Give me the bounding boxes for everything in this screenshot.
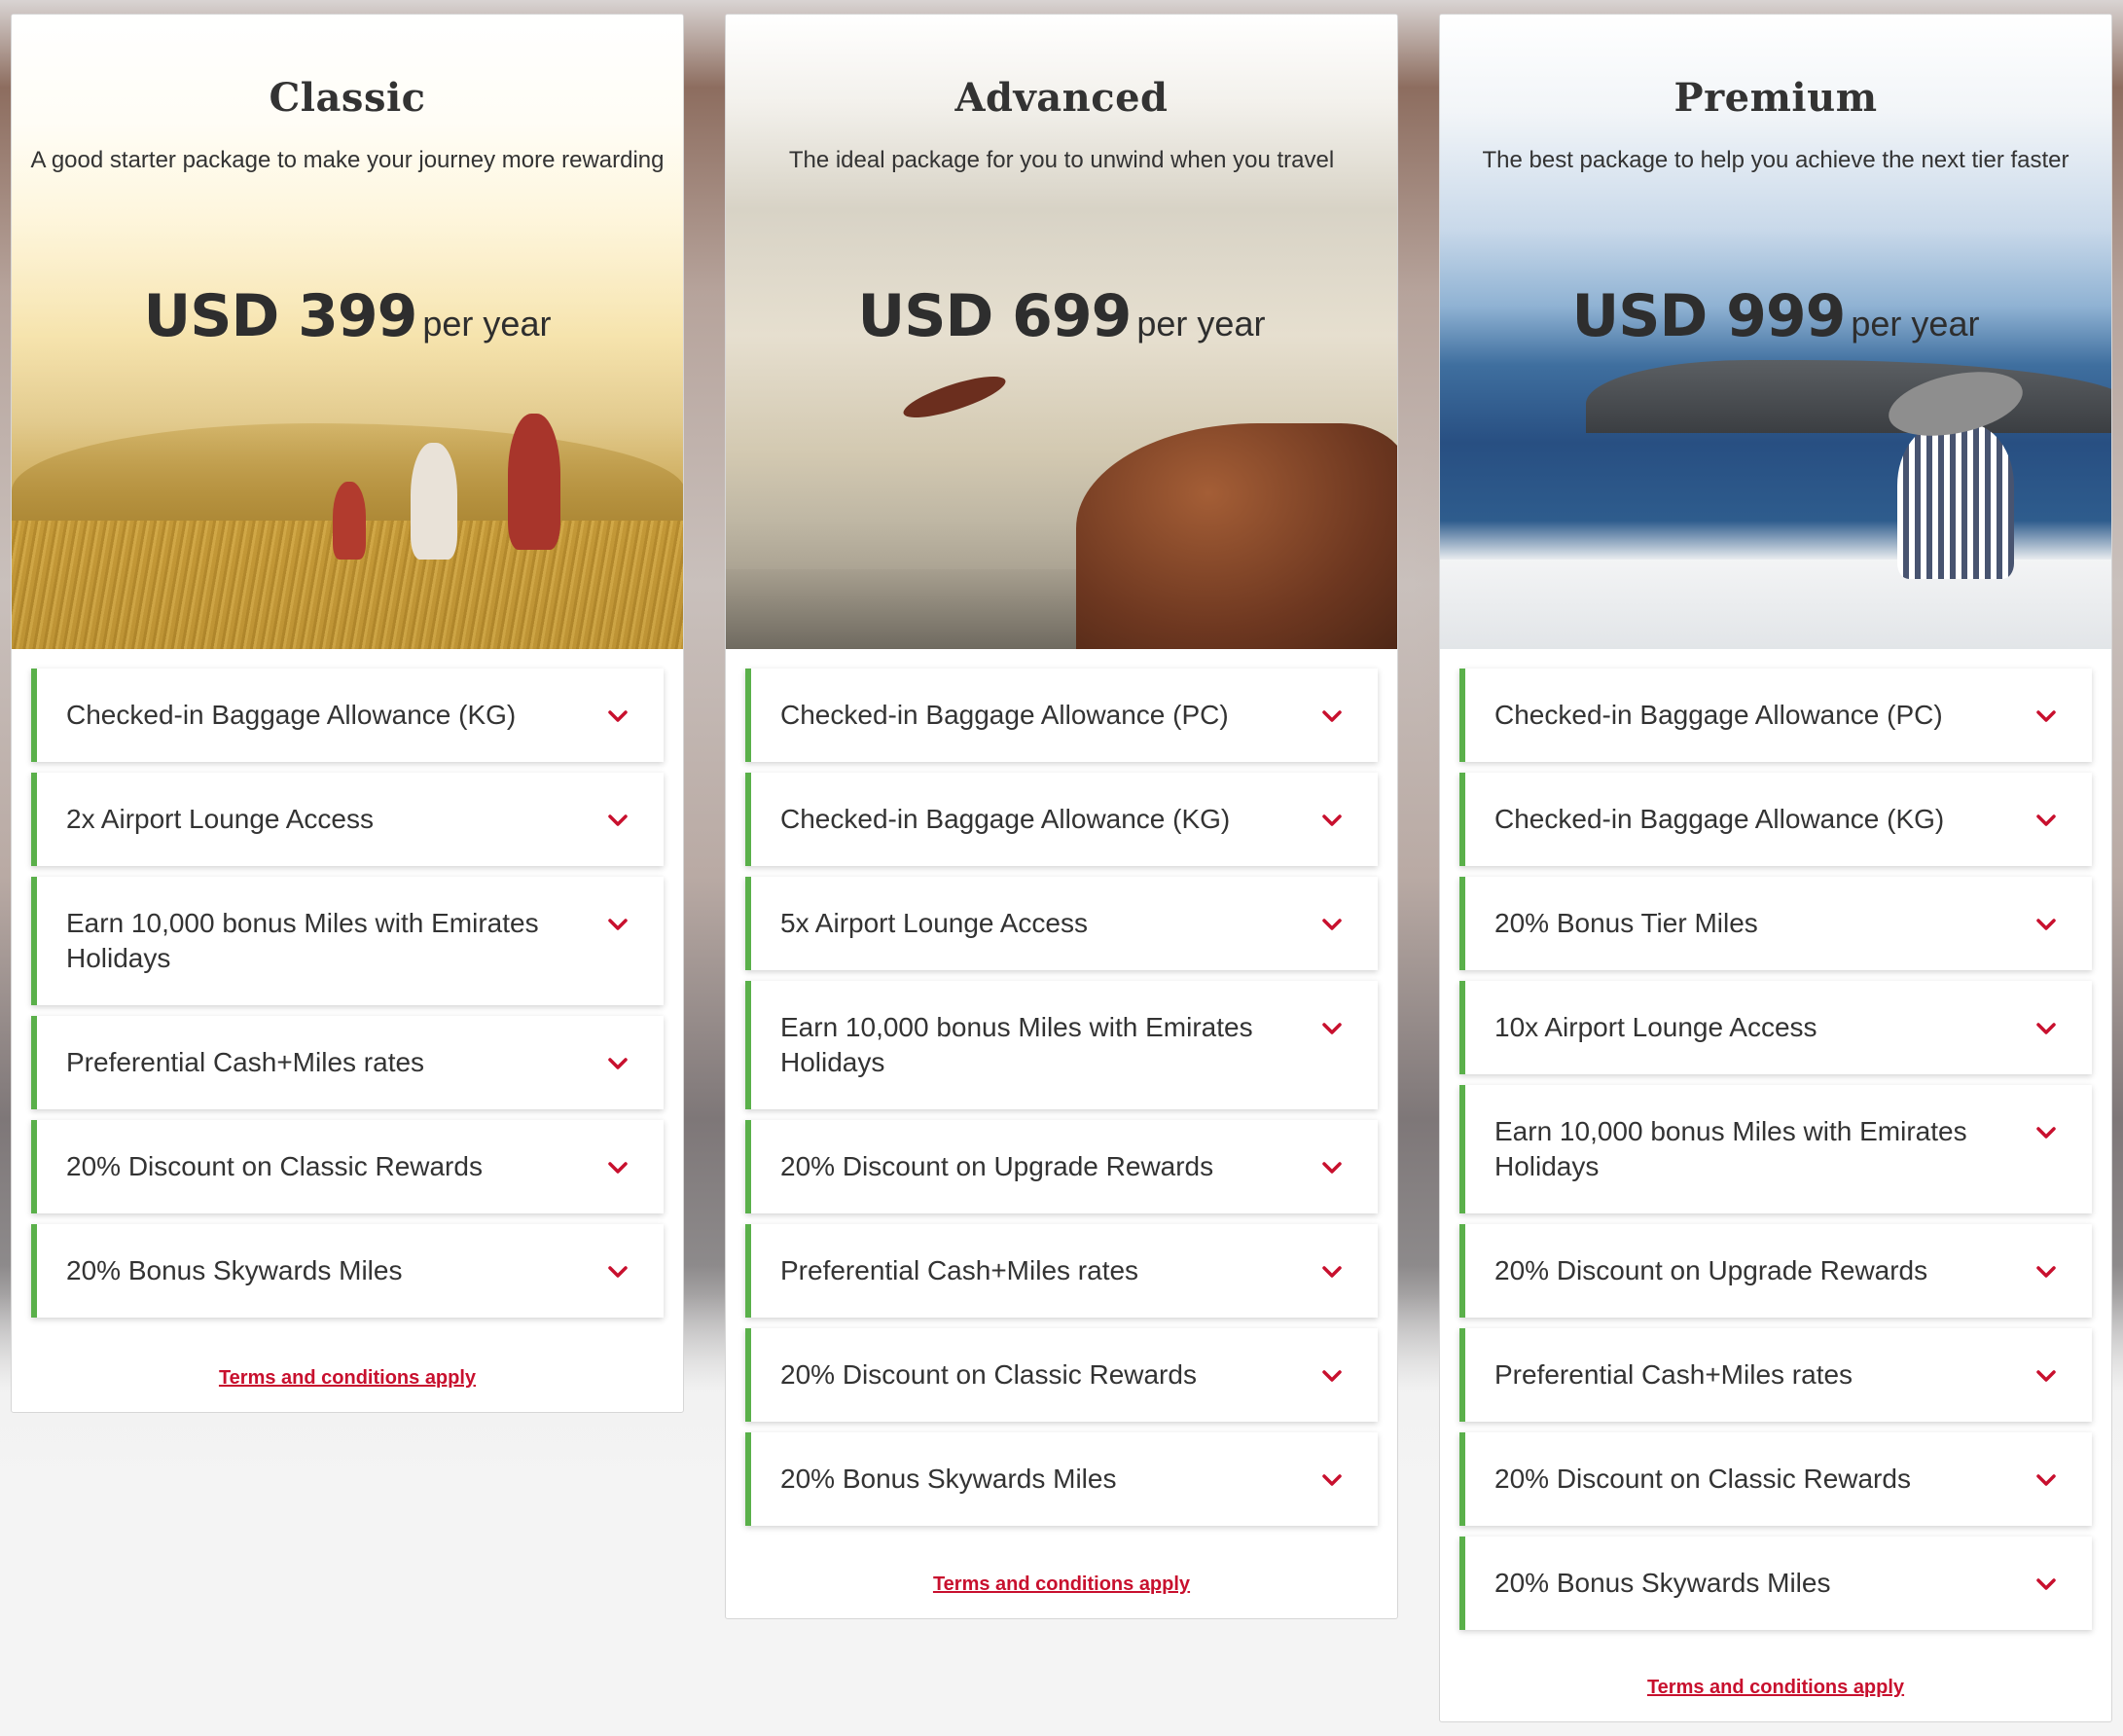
- benefit-item[interactable]: 5x Airport Lounge Access: [745, 877, 1378, 970]
- chevron-down-icon[interactable]: [2035, 1365, 2057, 1387]
- hero-image-advanced: Advanced The ideal package for you to un…: [726, 15, 1397, 649]
- chevron-down-icon[interactable]: [1321, 705, 1343, 727]
- chevron-down-icon[interactable]: [607, 705, 629, 727]
- benefit-item[interactable]: 20% Discount on Upgrade Rewards: [1459, 1224, 2092, 1318]
- price-amount: USD 999: [1571, 282, 1847, 350]
- chevron-down-icon[interactable]: [1321, 1018, 1343, 1039]
- benefit-label: 2x Airport Lounge Access: [66, 804, 374, 834]
- price-amount: USD 699: [857, 282, 1133, 350]
- hero-image-premium: Premium The best package to help you ach…: [1440, 15, 2111, 649]
- benefit-item[interactable]: 20% Bonus Tier Miles: [1459, 877, 2092, 970]
- hero-image-classic: Classic A good starter package to make y…: [12, 15, 683, 649]
- package-title: Classic: [269, 75, 426, 121]
- benefit-label: 20% Discount on Classic Rewards: [1494, 1464, 1911, 1494]
- chevron-down-icon[interactable]: [2035, 810, 2057, 831]
- benefit-item[interactable]: Preferential Cash+Miles rates: [31, 1016, 664, 1109]
- package-subtitle: A good starter package to make your jour…: [30, 147, 665, 173]
- benefit-item[interactable]: 20% Bonus Skywards Miles: [745, 1432, 1378, 1526]
- benefit-label: Checked-in Baggage Allowance (KG): [780, 804, 1231, 834]
- benefit-item[interactable]: Earn 10,000 bonus Miles with Emirates Ho…: [745, 981, 1378, 1109]
- benefit-item[interactable]: 20% Bonus Skywards Miles: [31, 1224, 664, 1318]
- benefit-item[interactable]: Checked-in Baggage Allowance (PC): [1459, 669, 2092, 762]
- chevron-down-icon[interactable]: [2035, 1573, 2057, 1595]
- benefit-label: Checked-in Baggage Allowance (PC): [1494, 700, 1943, 730]
- benefit-label: 20% Discount on Classic Rewards: [780, 1359, 1197, 1390]
- price-period: per year: [422, 304, 552, 344]
- package-subtitle: The best package to help you achieve the…: [1482, 147, 2069, 173]
- benefit-item[interactable]: Earn 10,000 bonus Miles with Emirates Ho…: [31, 877, 664, 1005]
- benefit-label: 20% Discount on Upgrade Rewards: [1494, 1255, 1928, 1285]
- price-amount: USD 399: [143, 282, 418, 350]
- benefit-item[interactable]: Preferential Cash+Miles rates: [1459, 1328, 2092, 1422]
- package-card-premium: Premium The best package to help you ach…: [1439, 14, 2112, 1722]
- benefit-label: Earn 10,000 bonus Miles with Emirates Ho…: [1494, 1116, 1967, 1181]
- benefit-label: 20% Bonus Tier Miles: [1494, 908, 1758, 938]
- benefit-item[interactable]: 20% Discount on Classic Rewards: [745, 1328, 1378, 1422]
- benefit-label: Preferential Cash+Miles rates: [1494, 1359, 1853, 1390]
- benefit-label: Earn 10,000 bonus Miles with Emirates Ho…: [66, 908, 539, 973]
- benefit-label: Checked-in Baggage Allowance (PC): [780, 700, 1229, 730]
- chevron-down-icon[interactable]: [2035, 1122, 2057, 1143]
- package-title: Premium: [1673, 75, 1878, 121]
- chevron-down-icon[interactable]: [2035, 1469, 2057, 1491]
- terms-link[interactable]: Terms and conditions apply: [1440, 1677, 2111, 1699]
- benefit-label: 5x Airport Lounge Access: [780, 908, 1088, 938]
- chevron-down-icon[interactable]: [607, 1157, 629, 1178]
- chevron-down-icon[interactable]: [607, 1053, 629, 1074]
- benefit-item[interactable]: Preferential Cash+Miles rates: [745, 1224, 1378, 1318]
- terms-link[interactable]: Terms and conditions apply: [726, 1573, 1397, 1596]
- package-price: USD 999 per year: [1440, 282, 2111, 350]
- benefit-label: Checked-in Baggage Allowance (KG): [1494, 804, 1945, 834]
- price-period: per year: [1851, 304, 1980, 344]
- chevron-down-icon[interactable]: [607, 914, 629, 935]
- benefit-label: Earn 10,000 bonus Miles with Emirates Ho…: [780, 1012, 1253, 1077]
- package-subtitle: The ideal package for you to unwind when…: [788, 147, 1335, 173]
- benefit-item[interactable]: Checked-in Baggage Allowance (KG): [31, 669, 664, 762]
- benefit-label: 20% Discount on Classic Rewards: [66, 1151, 483, 1181]
- chevron-down-icon[interactable]: [1321, 1469, 1343, 1491]
- chevron-down-icon[interactable]: [2035, 1018, 2057, 1039]
- benefit-item[interactable]: Checked-in Baggage Allowance (KG): [745, 773, 1378, 866]
- package-title: Advanced: [954, 75, 1169, 121]
- chevron-down-icon[interactable]: [2035, 914, 2057, 935]
- chevron-down-icon[interactable]: [1321, 1365, 1343, 1387]
- benefit-item[interactable]: Earn 10,000 bonus Miles with Emirates Ho…: [1459, 1085, 2092, 1213]
- benefit-item[interactable]: 20% Discount on Upgrade Rewards: [745, 1120, 1378, 1213]
- chevron-down-icon[interactable]: [2035, 1261, 2057, 1283]
- benefit-item[interactable]: 10x Airport Lounge Access: [1459, 981, 2092, 1074]
- price-period: per year: [1136, 304, 1266, 344]
- benefit-item[interactable]: 20% Discount on Classic Rewards: [31, 1120, 664, 1213]
- package-card-advanced: Advanced The ideal package for you to un…: [725, 14, 1398, 1619]
- benefit-item[interactable]: 20% Bonus Skywards Miles: [1459, 1537, 2092, 1630]
- benefit-label: 20% Discount on Upgrade Rewards: [780, 1151, 1214, 1181]
- chevron-down-icon[interactable]: [607, 810, 629, 831]
- benefits-list: Checked-in Baggage Allowance (PC) Checked…: [745, 669, 1378, 1526]
- benefit-label: Preferential Cash+Miles rates: [66, 1047, 425, 1077]
- benefit-item[interactable]: Checked-in Baggage Allowance (PC): [745, 669, 1378, 762]
- chevron-down-icon[interactable]: [1321, 810, 1343, 831]
- benefit-item[interactable]: 2x Airport Lounge Access: [31, 773, 664, 866]
- benefit-label: 20% Bonus Skywards Miles: [66, 1255, 403, 1285]
- benefit-label: 20% Bonus Skywards Miles: [780, 1464, 1117, 1494]
- benefit-label: Preferential Cash+Miles rates: [780, 1255, 1139, 1285]
- chevron-down-icon[interactable]: [1321, 1157, 1343, 1178]
- benefit-item[interactable]: Checked-in Baggage Allowance (KG): [1459, 773, 2092, 866]
- benefit-label: 20% Bonus Skywards Miles: [1494, 1568, 1831, 1598]
- benefit-label: Checked-in Baggage Allowance (KG): [66, 700, 517, 730]
- chevron-down-icon[interactable]: [1321, 1261, 1343, 1283]
- package-price: USD 699 per year: [726, 282, 1397, 350]
- benefit-item[interactable]: 20% Discount on Classic Rewards: [1459, 1432, 2092, 1526]
- terms-link[interactable]: Terms and conditions apply: [12, 1367, 683, 1390]
- chevron-down-icon[interactable]: [2035, 705, 2057, 727]
- package-price: USD 399 per year: [12, 282, 683, 350]
- benefits-list: Checked-in Baggage Allowance (PC) Checked…: [1459, 669, 2092, 1630]
- chevron-down-icon[interactable]: [607, 1261, 629, 1283]
- benefit-label: 10x Airport Lounge Access: [1494, 1012, 1817, 1042]
- benefits-list: Checked-in Baggage Allowance (KG) 2x Airp…: [31, 669, 664, 1318]
- chevron-down-icon[interactable]: [1321, 914, 1343, 935]
- package-card-classic: Classic A good starter package to make y…: [11, 14, 684, 1413]
